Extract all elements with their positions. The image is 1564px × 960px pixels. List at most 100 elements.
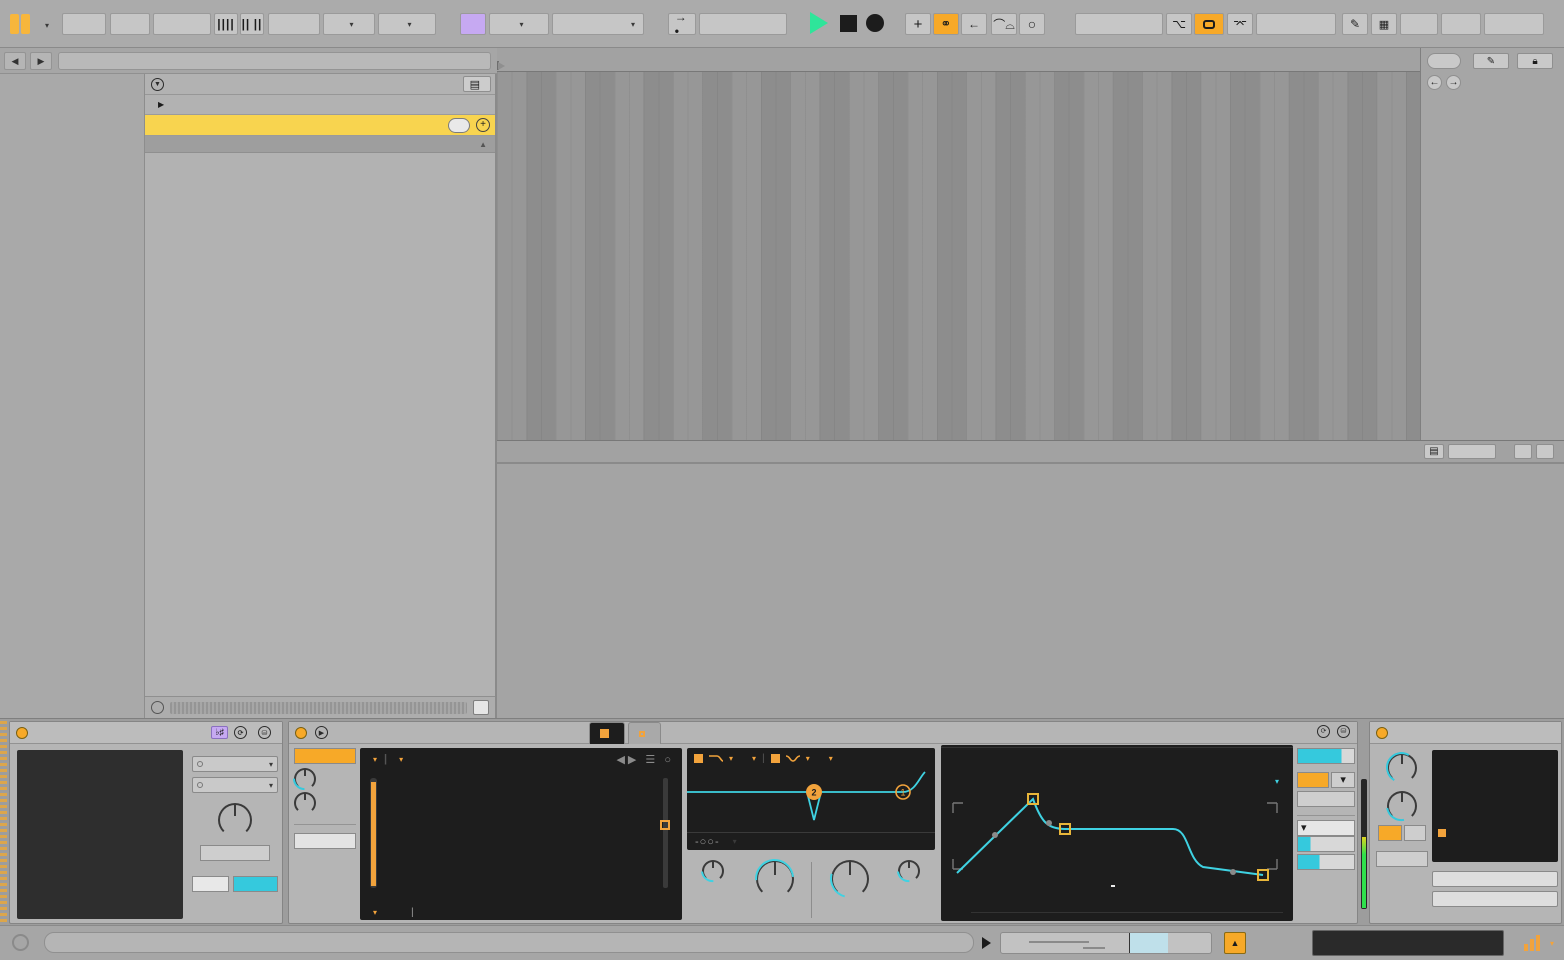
back-to-arrangement-button[interactable]: ← [961, 13, 987, 35]
tempo-field[interactable] [153, 13, 211, 35]
play-button[interactable] [810, 12, 828, 34]
draw-tool-button[interactable]: ✎ [1473, 53, 1509, 69]
bar-ruler[interactable] [497, 48, 1420, 72]
reverb-on-toggle[interactable] [1376, 726, 1388, 739]
edit-filters-button[interactable]: ▤ [462, 76, 491, 92]
zoom-level-field[interactable] [1448, 444, 1496, 459]
lowpass-icon[interactable] [708, 753, 724, 763]
clip-area[interactable] [497, 72, 1420, 440]
punch-out-button[interactable]: ⌤ [1227, 13, 1253, 35]
fold-button[interactable] [200, 845, 270, 861]
notch-icon[interactable] [785, 753, 801, 763]
chain-play-icon[interactable] [982, 937, 991, 949]
amp-envelope-display[interactable] [945, 773, 1285, 881]
scale-grid[interactable] [17, 750, 183, 919]
wt-volume-field[interactable] [1297, 748, 1355, 764]
poly-voices-menu[interactable]: ▾ [1331, 772, 1355, 788]
loop-length-field[interactable] [1256, 13, 1336, 35]
feedback-field[interactable] [1376, 851, 1428, 867]
unison-voices-field[interactable] [1297, 836, 1355, 852]
sort-asc-icon[interactable]: ▲ [479, 140, 487, 149]
prev-track-button[interactable]: ← [1427, 75, 1442, 90]
sub-tone-knob[interactable] [294, 792, 316, 814]
session-record-button[interactable]: ⌒⌓ [991, 13, 1017, 35]
height-zoom-button[interactable] [1514, 444, 1532, 459]
env-time-tab[interactable] [1111, 873, 1115, 887]
tab-osc2[interactable] [628, 722, 661, 744]
loop-start-field[interactable] [1075, 13, 1163, 35]
link-button[interactable] [62, 13, 106, 35]
automation-arm-button[interactable]: ⚭ [933, 13, 959, 35]
glide-field[interactable] [1297, 791, 1355, 807]
hide-devices-button[interactable]: ▲ [1224, 932, 1246, 954]
arrangement-position-field[interactable] [699, 13, 787, 35]
info-icon[interactable] [12, 934, 29, 951]
browser-forward-button[interactable]: ▶ [30, 51, 52, 70]
wavetable-visualization[interactable] [392, 778, 642, 903]
predelay-knob[interactable] [1380, 784, 1424, 828]
wt-transpose-field[interactable] [294, 833, 356, 849]
next-track-button[interactable]: → [1446, 75, 1461, 90]
time-signature-field[interactable] [268, 13, 320, 35]
filter1-res-knob[interactable] [696, 854, 730, 888]
tab-osc1[interactable] [589, 722, 625, 744]
record-button[interactable] [866, 14, 884, 32]
draw-mode-button[interactable]: ✎ [1342, 13, 1368, 35]
computer-midi-keyboard-button[interactable]: ▦ [1371, 13, 1397, 35]
unison-amount-field[interactable] [1297, 854, 1355, 870]
quantize-menu[interactable]: ▾ [378, 13, 436, 35]
nudge-down-button[interactable]: |||| [214, 13, 238, 35]
filter2-freq-knob[interactable] [823, 852, 877, 906]
add-filter-button[interactable]: + [476, 118, 490, 132]
chain-overview-slider[interactable] [1000, 932, 1212, 954]
expand-device-icon[interactable]: ▶ [315, 726, 328, 739]
overdub-button[interactable]: + [905, 13, 931, 35]
preview-headphone-icon[interactable] [151, 701, 164, 714]
scale-root-menu[interactable]: ▾ [192, 756, 278, 772]
loop-button[interactable] [1194, 13, 1224, 35]
filter2-toggle[interactable] [770, 753, 780, 763]
tap-tempo-button[interactable] [110, 13, 150, 35]
capture-midi-button[interactable]: ○ [1019, 13, 1045, 35]
time-ruler[interactable] [497, 440, 1564, 462]
unison-mode-menu[interactable]: ▾ [1297, 820, 1355, 836]
filter1-freq-knob[interactable] [747, 851, 803, 907]
follow-button[interactable]: → • [668, 10, 696, 38]
osc-view-icons[interactable]: ◀▶ ☰ ○ [616, 753, 674, 766]
genres-section[interactable]: ▶ [145, 95, 495, 115]
midi-map-button[interactable] [1441, 13, 1481, 35]
filter2-res-knob[interactable] [892, 854, 926, 888]
predelay-sync-button[interactable] [1404, 825, 1426, 841]
filters-collapse-icon[interactable]: ▼ [151, 77, 164, 91]
output-level-icon[interactable]: ▾ [1524, 935, 1554, 951]
scale-awareness-icon[interactable]: ♭♯ [211, 726, 228, 739]
save-preset-icon[interactable]: ⛁ [258, 726, 271, 739]
stop-button[interactable] [840, 15, 857, 32]
scale-mode-menu[interactable]: ▾ [552, 13, 644, 35]
metronome-button[interactable]: ▾ [323, 13, 375, 35]
scale-on-toggle[interactable] [16, 726, 28, 739]
device-chain-thumbnails[interactable] [1312, 930, 1504, 956]
sub-osc-button[interactable] [294, 748, 356, 764]
nudge-up-button[interactable]: || || [240, 13, 264, 35]
punch-in-button[interactable]: ⌥ [1166, 13, 1192, 35]
key-map-button[interactable] [1400, 13, 1438, 35]
name-column-header[interactable]: ▲ [145, 136, 495, 153]
wavetable-on-toggle[interactable] [295, 726, 307, 739]
hot-swap-icon[interactable]: ⟳ [234, 726, 247, 739]
raw-button[interactable] [473, 700, 489, 715]
scale-transpose-knob[interactable] [218, 803, 252, 837]
predelay-ms-button[interactable] [1378, 825, 1402, 841]
audio-engine-icon[interactable]: ▤ [1424, 444, 1444, 459]
key-badge-button[interactable] [460, 13, 486, 35]
lowest-field[interactable] [192, 876, 230, 892]
root-note-menu[interactable]: ▾ [489, 13, 549, 35]
ir-file-menu[interactable] [1432, 891, 1558, 907]
osc-gain-slider[interactable] [370, 778, 377, 888]
wt-global-icons[interactable]: ⟳ ⛁ [1299, 724, 1355, 738]
filter1-toggle[interactable] [694, 753, 703, 763]
logo-caret-icon[interactable]: ▾ [45, 21, 49, 30]
poly-button[interactable] [1297, 772, 1330, 788]
wt-position-slider[interactable] [660, 778, 670, 888]
ableton-logo-icon[interactable] [10, 14, 34, 34]
